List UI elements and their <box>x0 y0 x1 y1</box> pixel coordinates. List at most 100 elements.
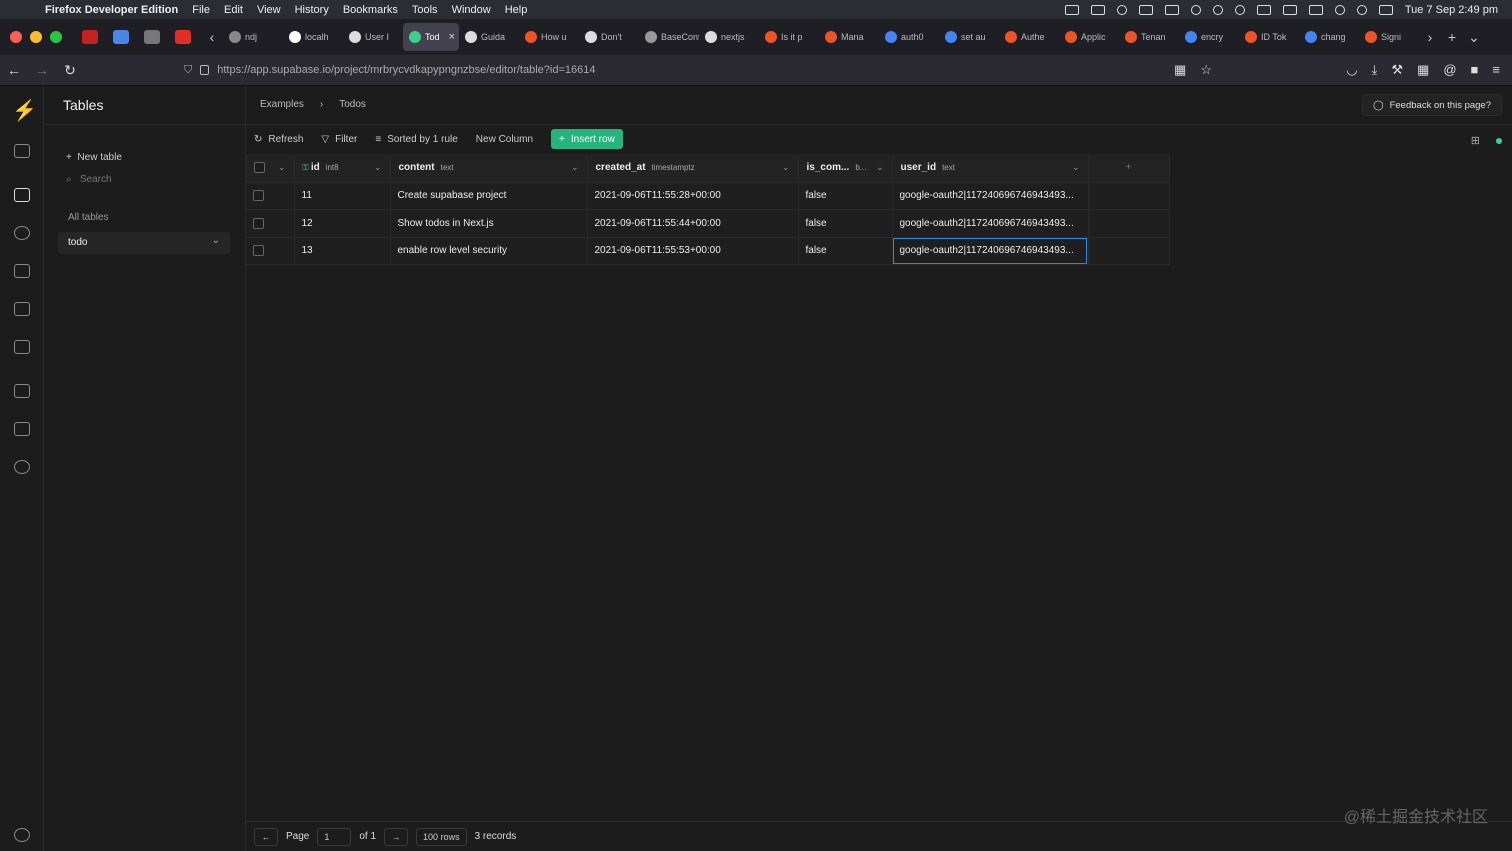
browser-tab[interactable]: Signi <box>1359 23 1419 51</box>
browser-tab[interactable]: localh <box>283 23 343 51</box>
tabs-scroll-left-icon[interactable]: ‹ <box>201 29 223 45</box>
battery-icon[interactable] <box>1308 4 1323 15</box>
time-machine-icon[interactable] <box>1234 4 1245 15</box>
browser-tab[interactable]: nextjs <box>699 23 759 51</box>
column-header-id[interactable]: ⚿ id int8 ⌄ <box>294 154 391 183</box>
wrench-icon[interactable]: ⚒ <box>1391 62 1403 78</box>
browser-tab[interactable]: Guida <box>459 23 519 51</box>
glasses-icon[interactable] <box>1138 4 1153 15</box>
new-table-button[interactable]: + New table <box>66 152 122 163</box>
minimize-window-button[interactable] <box>30 31 42 43</box>
archive-icon[interactable] <box>144 30 160 44</box>
cell-is-complete[interactable]: false <box>798 182 893 210</box>
control-center-icon[interactable] <box>1378 4 1393 15</box>
volume-icon[interactable] <box>1256 4 1271 15</box>
menu-window[interactable]: Window <box>452 4 491 16</box>
column-header-user-id[interactable]: user_id text ⌄ <box>892 154 1089 183</box>
refresh-button[interactable]: ↻ Refresh <box>254 134 303 145</box>
cell-content[interactable]: enable row level security <box>390 237 588 265</box>
browser-tab[interactable]: ID Tok <box>1239 23 1299 51</box>
app-menu[interactable]: Firefox Developer Edition <box>45 4 178 16</box>
storage-icon[interactable] <box>14 264 30 278</box>
menu-help[interactable]: Help <box>505 4 528 16</box>
close-window-button[interactable] <box>10 31 22 43</box>
url-text[interactable]: https://app.supabase.io/project/mrbrycvd… <box>217 64 595 76</box>
new-column-button[interactable]: New Column <box>476 134 533 145</box>
forward-icon[interactable]: → <box>28 62 56 78</box>
chevron-down-icon[interactable]: ⌄ <box>571 162 579 173</box>
menu-edit[interactable]: Edit <box>224 4 243 16</box>
table-editor-icon[interactable] <box>14 188 30 202</box>
url-field[interactable]: ⛉ https://app.supabase.io/project/mrbryc… <box>184 64 595 77</box>
tab-list-chevron-icon[interactable]: ⌄ <box>1463 29 1485 46</box>
supabase-logo-icon[interactable]: ⚡ <box>12 98 37 123</box>
api-docs-icon[interactable] <box>14 422 30 436</box>
browser-tab[interactable]: ndj <box>223 23 283 51</box>
browser-tab[interactable]: Mana <box>819 23 879 51</box>
sidebar-icon[interactable] <box>1090 4 1105 15</box>
column-header-is-complete[interactable]: is_com... b... ⌄ <box>798 154 893 183</box>
menu-file[interactable]: File <box>192 4 210 16</box>
camera-icon[interactable] <box>1064 4 1079 15</box>
browser-tab[interactable]: How u <box>519 23 579 51</box>
page-number-input[interactable]: 1 <box>317 827 352 846</box>
gmail-icon[interactable] <box>82 30 98 44</box>
menu-bookmarks[interactable]: Bookmarks <box>343 4 398 16</box>
cell-content[interactable]: Create supabase project <box>390 182 588 210</box>
back-icon[interactable]: ← <box>0 62 28 78</box>
pocket-icon[interactable]: ◡ <box>1346 62 1357 78</box>
menu-bar-clock[interactable]: Tue 7 Sep 2:49 pm <box>1405 4 1498 16</box>
zoom-window-button[interactable] <box>50 31 62 43</box>
cell-is-complete[interactable]: false <box>798 209 893 238</box>
column-header-created-at[interactable]: created_at timestamptz ⌄ <box>587 154 799 183</box>
reload-icon[interactable]: ↻ <box>56 62 84 79</box>
bluetooth-icon[interactable] <box>1282 4 1297 15</box>
user-profile-icon[interactable] <box>14 828 30 842</box>
browser-tab[interactable]: Don't <box>579 23 639 51</box>
row-checkbox[interactable] <box>253 217 264 229</box>
reports-icon[interactable] <box>14 384 30 398</box>
chevron-down-icon[interactable]: ⌄ <box>278 162 286 173</box>
column-header-content[interactable]: content text ⌄ <box>390 154 588 183</box>
cell-id[interactable]: 11 <box>294 182 391 210</box>
play-icon[interactable] <box>1190 4 1201 15</box>
schema-diagram-icon[interactable]: ⊞ <box>1471 134 1480 147</box>
menu-view[interactable]: View <box>257 4 281 16</box>
menu-tools[interactable]: Tools <box>412 4 438 16</box>
sidebar-item-todo[interactable]: todo ⌄ <box>58 232 230 254</box>
insert-row-button[interactable]: + Insert row <box>551 129 623 149</box>
tabs-scroll-right-icon[interactable]: › <box>1419 29 1441 45</box>
qr-code-icon[interactable]: ▦ <box>1174 62 1186 78</box>
browser-tab[interactable]: Applic <box>1059 23 1119 51</box>
bookmark-star-icon[interactable]: ☆ <box>1200 62 1212 78</box>
calendar-icon[interactable] <box>113 30 129 44</box>
home-icon[interactable] <box>14 144 30 158</box>
zoom-extension-icon[interactable]: ■ <box>1471 62 1479 78</box>
cell-created-at[interactable]: 2021-09-06T11:55:44+00:00 <box>587 209 799 238</box>
extensions-icon[interactable]: ▦ <box>1417 62 1429 78</box>
cell-id[interactable]: 13 <box>294 237 391 265</box>
chevron-down-icon[interactable]: ⌄ <box>374 162 382 173</box>
new-tab-icon[interactable]: + <box>1441 29 1463 45</box>
dropbox-icon[interactable] <box>1116 4 1127 15</box>
browser-tab[interactable]: set au <box>939 23 999 51</box>
settings-gear-icon[interactable] <box>14 460 30 474</box>
browser-tab[interactable]: Tenan <box>1119 23 1179 51</box>
menu-history[interactable]: History <box>295 4 329 16</box>
hamburger-menu-icon[interactable]: ≡ <box>1492 62 1500 78</box>
moon-icon[interactable] <box>1212 4 1223 15</box>
browser-tab[interactable]: User I <box>343 23 403 51</box>
shield-icon[interactable]: ⛉ <box>184 64 192 77</box>
next-page-button[interactable]: → <box>384 827 409 846</box>
add-column-button[interactable]: + <box>1088 154 1170 183</box>
lock-icon[interactable] <box>200 65 210 75</box>
browser-tab[interactable]: auth0 <box>879 23 939 51</box>
previous-page-button[interactable]: ← <box>254 827 278 846</box>
spotlight-icon[interactable] <box>1356 4 1367 15</box>
display-icon[interactable] <box>1164 4 1179 15</box>
cell-user-id-selected[interactable]: google-oauth2|117240696746943493... <box>892 237 1089 265</box>
database-icon[interactable] <box>14 340 30 354</box>
close-tab-icon[interactable]: × <box>449 31 455 43</box>
sql-editor-icon[interactable] <box>14 302 30 316</box>
cell-user-id[interactable]: google-oauth2|117240696746943493... <box>892 182 1089 210</box>
